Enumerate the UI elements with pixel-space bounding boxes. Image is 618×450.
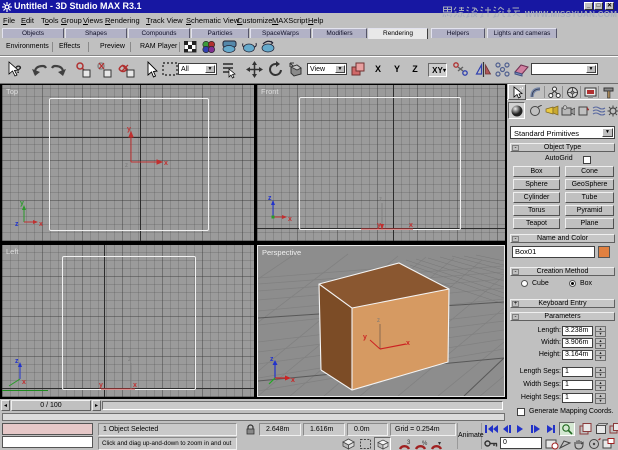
svg-text:y: y — [20, 200, 24, 207]
svg-text:z: z — [379, 197, 382, 203]
svg-text:x: x — [406, 340, 410, 347]
svg-text:?: ? — [15, 64, 22, 76]
svg-text:x: x — [22, 379, 26, 386]
svg-text:x: x — [164, 160, 168, 167]
svg-text:z: z — [377, 318, 380, 324]
svg-text:z: z — [15, 358, 19, 365]
svg-text:y: y — [377, 222, 381, 229]
svg-text:z: z — [270, 356, 274, 363]
svg-text:%: % — [422, 441, 428, 447]
svg-text:z: z — [15, 221, 19, 228]
svg-text:▾: ▾ — [438, 441, 441, 447]
svg-text:x: x — [133, 382, 137, 389]
svg-text:x: x — [291, 377, 295, 384]
svg-text:y: y — [127, 126, 131, 133]
svg-text:x: x — [409, 222, 413, 229]
svg-text:z: z — [125, 163, 128, 169]
svg-text:3: 3 — [407, 440, 411, 446]
svg-text:z: z — [268, 195, 272, 202]
svg-text:z: z — [128, 357, 131, 363]
svg-text:y: y — [363, 334, 367, 341]
svg-text:x: x — [288, 216, 292, 223]
svg-text:y: y — [99, 382, 103, 389]
svg-text:x: x — [39, 221, 43, 228]
